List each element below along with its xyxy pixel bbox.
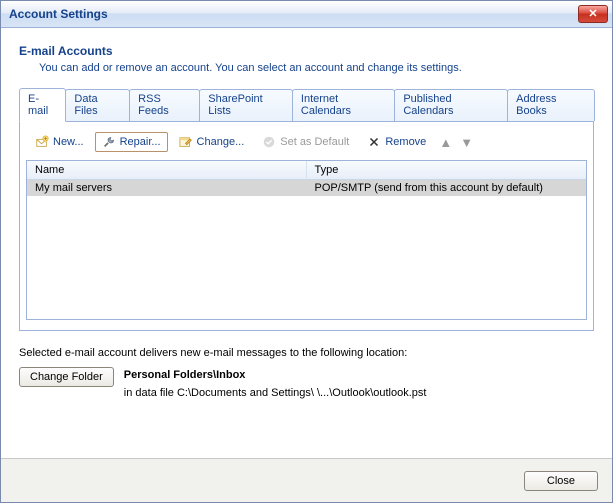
close-icon: ✕ — [588, 9, 597, 20]
remove-account-button[interactable]: Remove — [360, 132, 433, 152]
section-subtext: You can add or remove an account. You ca… — [39, 62, 594, 74]
toolbar: New... Repair... Change... — [26, 130, 587, 160]
tab-rss-feeds[interactable]: RSS Feeds — [129, 89, 200, 121]
tab-internet-calendars[interactable]: Internet Calendars — [292, 89, 395, 121]
new-label: New... — [53, 136, 84, 148]
change-icon — [179, 135, 193, 149]
repair-label: Repair... — [120, 136, 161, 148]
tab-data-files[interactable]: Data Files — [65, 89, 130, 121]
delivery-datafile-path: C:\Documents and Settings\ \...\Outlook\… — [177, 387, 426, 399]
tab-strip: E-mail Data Files RSS Feeds SharePoint L… — [19, 88, 594, 121]
repair-icon — [102, 135, 116, 149]
window-title: Account Settings — [9, 7, 578, 21]
move-up-icon: ▲ — [437, 135, 454, 150]
delivery-label: Selected e-mail account delivers new e-m… — [19, 347, 594, 359]
content-area: E-mail Accounts You can add or remove an… — [1, 28, 612, 458]
row-name: My mail servers — [27, 180, 307, 196]
accounts-list: Name Type My mail servers POP/SMTP (send… — [26, 160, 587, 320]
tab-sharepoint-lists[interactable]: SharePoint Lists — [199, 89, 293, 121]
change-account-button[interactable]: Change... — [172, 132, 252, 152]
tab-address-books[interactable]: Address Books — [507, 89, 595, 121]
tab-published-calendars[interactable]: Published Calendars — [394, 89, 508, 121]
footer: Close — [1, 458, 612, 502]
repair-account-button[interactable]: Repair... — [95, 132, 168, 152]
move-down-icon: ▼ — [458, 135, 475, 150]
delivery-info: Personal Folders\Inbox in data file C:\D… — [124, 367, 427, 402]
list-body: My mail servers POP/SMTP (send from this… — [27, 180, 586, 319]
change-label: Change... — [197, 136, 245, 148]
col-header-type[interactable]: Type — [307, 161, 587, 179]
delivery-datafile-prefix: in data file — [124, 387, 177, 399]
new-icon — [35, 135, 49, 149]
check-circle-icon — [262, 135, 276, 149]
new-account-button[interactable]: New... — [28, 132, 91, 152]
delivery-datafile: in data file C:\Documents and Settings\ … — [124, 385, 427, 403]
delivery-folder: Personal Folders\Inbox — [124, 367, 427, 385]
delivery-section: Selected e-mail account delivers new e-m… — [19, 347, 594, 402]
row-type: POP/SMTP (send from this account by defa… — [307, 180, 587, 196]
change-folder-button[interactable]: Change Folder — [19, 367, 114, 387]
account-settings-window: Account Settings ✕ E-mail Accounts You c… — [0, 0, 613, 503]
tab-page-email: New... Repair... Change... — [19, 121, 594, 331]
tab-email[interactable]: E-mail — [19, 88, 66, 122]
remove-label: Remove — [385, 136, 426, 148]
remove-icon — [367, 135, 381, 149]
close-button[interactable]: Close — [524, 471, 598, 491]
section-heading: E-mail Accounts — [19, 44, 594, 58]
set-default-button: Set as Default — [255, 132, 356, 152]
list-header: Name Type — [27, 161, 586, 180]
col-header-name[interactable]: Name — [27, 161, 307, 179]
titlebar: Account Settings ✕ — [1, 1, 612, 28]
set-default-label: Set as Default — [280, 136, 349, 148]
window-close-button[interactable]: ✕ — [578, 5, 608, 23]
table-row[interactable]: My mail servers POP/SMTP (send from this… — [27, 180, 586, 196]
